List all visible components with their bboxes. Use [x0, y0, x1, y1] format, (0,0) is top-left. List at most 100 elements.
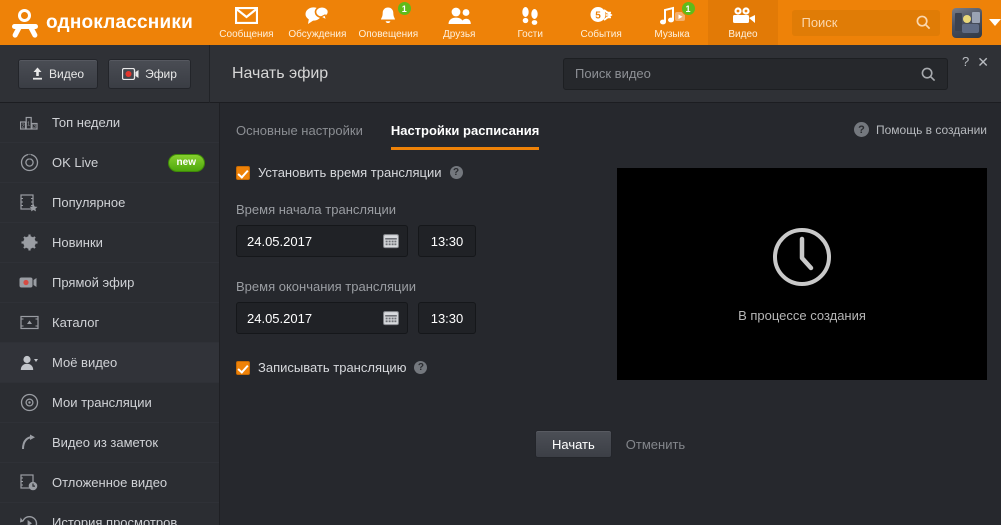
sidebar-item-label: Моё видео [52, 355, 118, 370]
sidebar: 2 1 3 Топ недели OK Live new Популярное [0, 103, 220, 525]
start-date-input[interactable]: 24.05.2017 [236, 225, 408, 257]
events-calendar-icon: 5 [589, 5, 613, 26]
chevron-down-icon[interactable] [988, 19, 1001, 26]
start-live-button[interactable]: Эфир [108, 58, 191, 89]
nav-item-events[interactable]: 5 События [566, 0, 637, 45]
help-creating-link[interactable]: ? Помощь в создании [853, 122, 987, 137]
chat-bubbles-icon [305, 5, 330, 26]
tab-main-settings[interactable]: Основные настройки [236, 123, 363, 147]
sidebar-item-label: Мои трансляции [52, 395, 152, 410]
video-camera-icon [731, 5, 756, 26]
sidebar-item-new[interactable]: Новинки [0, 223, 219, 263]
schedule-form: Установить время трансляции ? Время нача… [236, 165, 606, 375]
start-time-input[interactable]: 13:30 [418, 225, 476, 257]
start-live-label: Эфир [145, 66, 177, 81]
sidebar-item-label: OK Live [52, 155, 99, 170]
brand-name: одноклассники [46, 11, 193, 33]
nav-item-guests[interactable]: Гости [495, 0, 566, 45]
help-button[interactable]: ? [962, 55, 969, 68]
nav-item-notifications[interactable]: 1 Оповещения [353, 0, 424, 45]
set-time-hint-icon[interactable]: ? [449, 166, 463, 179]
sidebar-item-top-week[interactable]: 2 1 3 Топ недели [0, 103, 219, 143]
record-hint-icon[interactable]: ? [414, 361, 428, 374]
question-mark-icon: ? [853, 122, 869, 137]
sidebar-item-label: Каталог [52, 315, 100, 330]
sidebar-item-scheduled-video[interactable]: Отложенное видео [0, 463, 219, 503]
scheduled-clock-icon [18, 472, 40, 494]
nav-item-video[interactable]: Видео [707, 0, 779, 45]
nav-label: Музыка [654, 29, 690, 40]
clock-icon [773, 227, 831, 286]
set-time-checkbox[interactable] [236, 165, 250, 180]
footprints-icon [520, 5, 540, 26]
video-toolbar: Видео Эфир Начать эфир ? ✕ [0, 44, 1001, 103]
filmstrip-icon [18, 312, 40, 334]
video-search-input[interactable] [564, 66, 905, 81]
sidebar-item-catalog[interactable]: Каталог [0, 303, 219, 343]
live-target-icon [18, 152, 40, 174]
sidebar-item-my-video[interactable]: Моё видео [0, 343, 219, 383]
new-badge: new [167, 154, 205, 172]
upload-icon [33, 67, 42, 80]
avatar[interactable] [951, 7, 982, 38]
nav-label: События [580, 29, 622, 40]
top-header: одноклассники Сообщения Обсуждения 1 Опо… [0, 0, 1001, 45]
calendar-icon[interactable] [383, 233, 399, 249]
sidebar-item-my-broadcasts[interactable]: Мои трансляции [0, 383, 219, 423]
start-date-value: 24.05.2017 [247, 233, 313, 249]
nav-item-friends[interactable]: Друзья [424, 0, 495, 45]
sidebar-item-label: Новинки [52, 235, 103, 250]
close-icon[interactable]: ✕ [977, 55, 989, 69]
sidebar-item-label: Прямой эфир [52, 275, 135, 290]
video-search[interactable] [563, 57, 949, 90]
sidebar-item-label: История просмотров [52, 515, 178, 525]
video-preview: В процессе создания [617, 168, 987, 380]
friends-icon [447, 5, 472, 26]
nav-label: Обсуждения [288, 29, 347, 40]
broadcast-target-icon [18, 392, 40, 414]
record-checkbox-row[interactable]: Записывать трансляцию ? [236, 360, 606, 375]
end-date-input[interactable]: 24.05.2017 [236, 302, 408, 334]
end-time-input[interactable]: 13:30 [418, 302, 476, 334]
record-label: Записывать трансляцию [258, 360, 407, 375]
sidebar-item-label: Отложенное видео [52, 475, 168, 490]
help-creating-label: Помощь в создании [875, 122, 987, 137]
start-button[interactable]: Начать [535, 430, 612, 458]
tab-schedule-settings[interactable]: Настройки расписания [390, 123, 540, 150]
search-icon [921, 67, 936, 81]
panel-title: Начать эфир [231, 64, 329, 82]
header-search[interactable] [792, 9, 940, 36]
record-camera-icon [18, 272, 40, 294]
start-time-label: Время начала трансляции [236, 202, 396, 217]
nav-item-messages[interactable]: Сообщения [211, 0, 282, 45]
sidebar-item-watch-history[interactable]: История просмотров [0, 503, 219, 525]
set-time-label: Установить время трансляции [258, 165, 442, 180]
record-camera-icon [122, 67, 139, 80]
sidebar-item-video-from-notes[interactable]: Видео из заметок [0, 423, 219, 463]
music-badge: 1 [680, 1, 696, 16]
bell-icon [378, 5, 398, 26]
end-time-row: 24.05.2017 13:30 [236, 302, 606, 334]
cancel-button[interactable]: Отменить [626, 437, 685, 452]
main-content: Основные настройки Настройки расписания … [221, 103, 1001, 525]
avatar-menu[interactable] [951, 7, 1001, 38]
calendar-icon[interactable] [383, 310, 399, 326]
end-date-value: 24.05.2017 [247, 310, 313, 326]
sidebar-item-label: Видео из заметок [52, 435, 159, 450]
start-time-row: 24.05.2017 13:30 [236, 225, 606, 257]
nav-item-music[interactable]: 1 Музыка [637, 0, 708, 45]
upload-video-button[interactable]: Видео [18, 58, 99, 89]
header-search-input[interactable] [792, 15, 921, 30]
end-time-value: 13:30 [430, 310, 464, 326]
brand-logo[interactable]: одноклассники [11, 0, 193, 45]
nav-item-discussions[interactable]: Обсуждения [282, 0, 353, 45]
upload-video-label: Видео [49, 66, 85, 81]
toolbar-divider [208, 44, 210, 103]
record-checkbox[interactable] [236, 360, 250, 375]
sidebar-item-popular[interactable]: Популярное [0, 183, 219, 223]
sidebar-item-live-stream[interactable]: Прямой эфир [0, 263, 219, 303]
set-time-checkbox-row[interactable]: Установить время трансляции ? [236, 165, 606, 180]
share-arrow-icon [18, 432, 40, 454]
sidebar-item-ok-live[interactable]: OK Live new [0, 143, 219, 183]
svg-text:1: 1 [27, 121, 30, 127]
